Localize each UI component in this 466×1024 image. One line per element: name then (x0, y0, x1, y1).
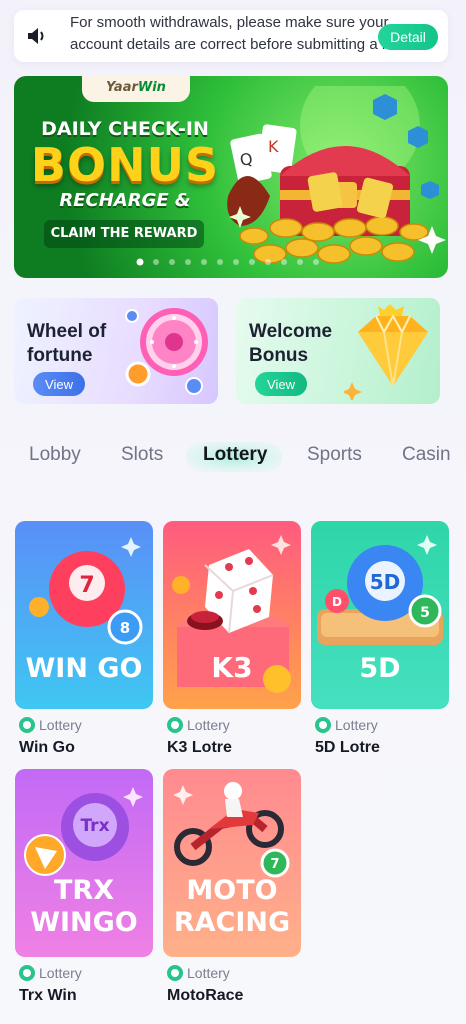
banner-line-4: CLAIM THE REWARD (44, 220, 204, 248)
trx-art-text-line-2: WINGO (30, 907, 138, 938)
game-category-label: Lottery (187, 965, 230, 981)
tab-lottery[interactable]: Lottery (203, 444, 267, 466)
banner-pagination[interactable] (134, 258, 334, 266)
lottery-ball-icon (19, 965, 35, 981)
5d-small-ball-label: 5 (420, 605, 430, 621)
svg-text:K: K (268, 137, 279, 156)
moto-art-text-line-1: MOTO (186, 875, 277, 906)
fortune-wheel-icon (125, 308, 208, 395)
k3-art-text: K3 (211, 651, 252, 684)
pagination-dot[interactable] (265, 259, 271, 265)
game-thumbnail: 5D D 5 5D (311, 521, 449, 709)
tab-slots[interactable]: Slots (121, 444, 163, 466)
5d-left-ball-label: D (332, 595, 342, 609)
win-go-ball-label: 7 (79, 573, 94, 598)
brand-logo: YaarWin (82, 76, 190, 102)
lottery-ball-icon (167, 717, 183, 733)
game-card-motorace[interactable]: 7 MOTO RACING Lottery MotoRace (163, 769, 301, 1004)
win-go-art-text: WIN GO (26, 653, 143, 684)
game-name: Win Go (19, 739, 75, 756)
tab-casino[interactable]: Casin (402, 444, 451, 466)
pagination-dot[interactable] (185, 259, 191, 265)
game-card-k3-lotre[interactable]: K3 Lottery K3 Lotre (163, 521, 301, 756)
game-category-label: Lottery (39, 965, 82, 981)
category-tabs: Lobby Slots Lottery Sports Casin (0, 434, 466, 480)
game-card-win-go[interactable]: 7 8 WIN GO Lottery Win Go (15, 521, 153, 756)
notice-line-1: For smooth withdrawals, please make sure… (70, 14, 389, 31)
tab-sports[interactable]: Sports (307, 444, 362, 466)
trx-art-text-line-1: TRX (54, 875, 114, 906)
game-name: 5D Lotre (315, 739, 380, 756)
game-thumbnail: 7 8 WIN GO (15, 521, 153, 709)
promo-banner[interactable]: YaarWin DAILY CHECK-IN BONUS RECHARGE & … (14, 76, 448, 278)
wheel-view-button[interactable]: View (33, 372, 85, 396)
game-thumbnail: 7 MOTO RACING (163, 769, 301, 957)
game-name: K3 Lotre (167, 739, 232, 756)
pagination-dot[interactable] (201, 259, 207, 265)
trx-ball-label: Trx (80, 816, 109, 836)
welcome-view-button[interactable]: View (255, 372, 307, 396)
game-card-5d-lotre[interactable]: 5D D 5 5D Lottery 5D Lotre (311, 521, 449, 756)
lottery-ball-icon (167, 965, 183, 981)
game-thumbnail: K3 (163, 521, 301, 709)
moto-ball-label: 7 (270, 857, 279, 872)
game-thumbnail: Trx TRX WINGO (15, 769, 153, 957)
5d-art-text: 5D (359, 653, 400, 684)
pagination-dot[interactable] (233, 259, 239, 265)
moto-art-text-line-2: RACING (174, 907, 290, 938)
game-card-trx-win[interactable]: Trx TRX WINGO Lottery Trx Win (15, 769, 153, 1004)
pagination-dot[interactable] (169, 259, 175, 265)
diamond-icon (344, 304, 428, 400)
banner-line-3: RECHARGE & (59, 190, 191, 211)
treasure-chest-illustration: Q K (227, 86, 446, 264)
banner-line-1: DAILY CHECK-IN (41, 118, 209, 140)
welcome-bonus-card[interactable]: Welcome Bonus View (236, 298, 440, 404)
pagination-dot[interactable] (297, 259, 303, 265)
win-go-small-ball-label: 8 (120, 619, 130, 637)
lottery-ball-icon (19, 717, 35, 733)
pagination-dot[interactable] (136, 258, 144, 266)
pagination-dot[interactable] (313, 259, 319, 265)
game-category-label: Lottery (335, 717, 378, 733)
pagination-dot[interactable] (281, 259, 287, 265)
speaker-icon (28, 28, 44, 44)
logo-text-right: Win (137, 80, 166, 95)
pagination-dot[interactable] (217, 259, 223, 265)
pagination-dot[interactable] (249, 259, 255, 265)
game-name: MotoRace (167, 987, 244, 1004)
5d-ball-label: 5D (370, 570, 401, 594)
wheel-of-fortune-card[interactable]: Wheel of fortune View (14, 298, 218, 404)
banner-headline: BONUS (30, 138, 220, 192)
pagination-dot[interactable] (153, 259, 159, 265)
detail-button[interactable]: Detail (378, 24, 438, 50)
lottery-ball-icon (315, 717, 331, 733)
notice-line-2: account details are correct before submi… (70, 36, 387, 53)
tab-lobby[interactable]: Lobby (29, 444, 81, 466)
logo-text-left: Yaar (106, 80, 138, 95)
notice-message: For smooth withdrawals, please make sure… (70, 12, 392, 60)
game-category-label: Lottery (187, 717, 230, 733)
notice-bar: For smooth withdrawals, please make sure… (14, 10, 448, 62)
game-category-label: Lottery (39, 717, 82, 733)
game-name: Trx Win (19, 987, 77, 1004)
